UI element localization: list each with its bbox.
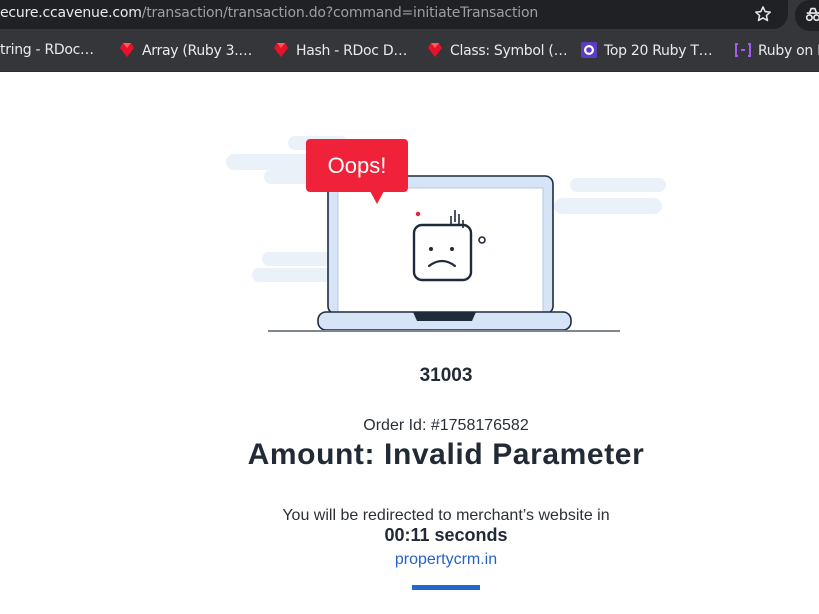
- timer-unit: seconds: [434, 525, 508, 545]
- bookmark-item[interactable]: Class: Symbol (…: [427, 42, 568, 62]
- bookmark-star-icon[interactable]: [753, 4, 773, 24]
- error-message: Amount: Invalid Parameter: [247, 438, 645, 471]
- bookmark-item[interactable]: tring - RDoc…: [0, 42, 94, 62]
- redirect-progress-fill: [412, 585, 480, 590]
- redirect-timer: 00:11 seconds: [0, 525, 819, 546]
- bookmark-label: Top 20 Ruby T…: [604, 43, 713, 59]
- bookmark-item[interactable]: Ruby on R: [735, 42, 819, 62]
- error-code: 31003: [419, 365, 473, 386]
- redirect-progress-bar: [412, 585, 480, 590]
- ruby-icon: [120, 43, 134, 57]
- address-bar[interactable]: ecure.ccavenue.com/transaction/transacti…: [0, 0, 788, 29]
- redirect-message: You will be redirected to merchant’s web…: [282, 507, 610, 524]
- purple-a-icon: [581, 42, 597, 58]
- timer-value: 00:11: [384, 525, 430, 545]
- ruby-icon: [428, 43, 442, 57]
- oops-label: Oops!: [328, 153, 387, 178]
- order-id: Order Id: #1758176582: [363, 417, 529, 434]
- bookmark-item[interactable]: Array (Ruby 3.…: [119, 42, 252, 62]
- bookmark-label: Ruby on R: [758, 43, 819, 59]
- bookmark-label: tring - RDoc…: [0, 42, 94, 58]
- extension-button[interactable]: [795, 0, 819, 31]
- page-content: Oops! 31003 Order Id: #1758176582 Amount…: [0, 72, 819, 614]
- url-text[interactable]: ecure.ccavenue.com/transaction/transacti…: [0, 5, 538, 21]
- bracket-icon: [735, 43, 751, 57]
- url-domain: ecure.ccavenue.com: [0, 5, 142, 21]
- bookmark-label: Hash - RDoc D…: [296, 43, 408, 59]
- bookmark-item[interactable]: Top 20 Ruby T…: [581, 42, 713, 62]
- bookmark-label: Array (Ruby 3.…: [142, 43, 253, 59]
- bookmark-item[interactable]: Hash - RDoc D…: [273, 42, 407, 62]
- error-illustration: Oops!: [226, 136, 666, 332]
- url-path: /transaction/transaction.do?command=init…: [141, 5, 539, 21]
- bookmarks-bar: tring - RDoc… Array (Ruby 3.… Hash - RDo…: [0, 31, 819, 72]
- ruby-icon: [274, 43, 288, 57]
- laptop-notch: [413, 312, 476, 321]
- browser-toolbar: ecure.ccavenue.com/transaction/transacti…: [0, 0, 819, 31]
- sad-face: [412, 223, 473, 282]
- merchant-link[interactable]: propertycrm.in: [0, 551, 819, 569]
- bookmark-label: Class: Symbol (…: [450, 43, 568, 59]
- incognito-icon: [805, 7, 819, 22]
